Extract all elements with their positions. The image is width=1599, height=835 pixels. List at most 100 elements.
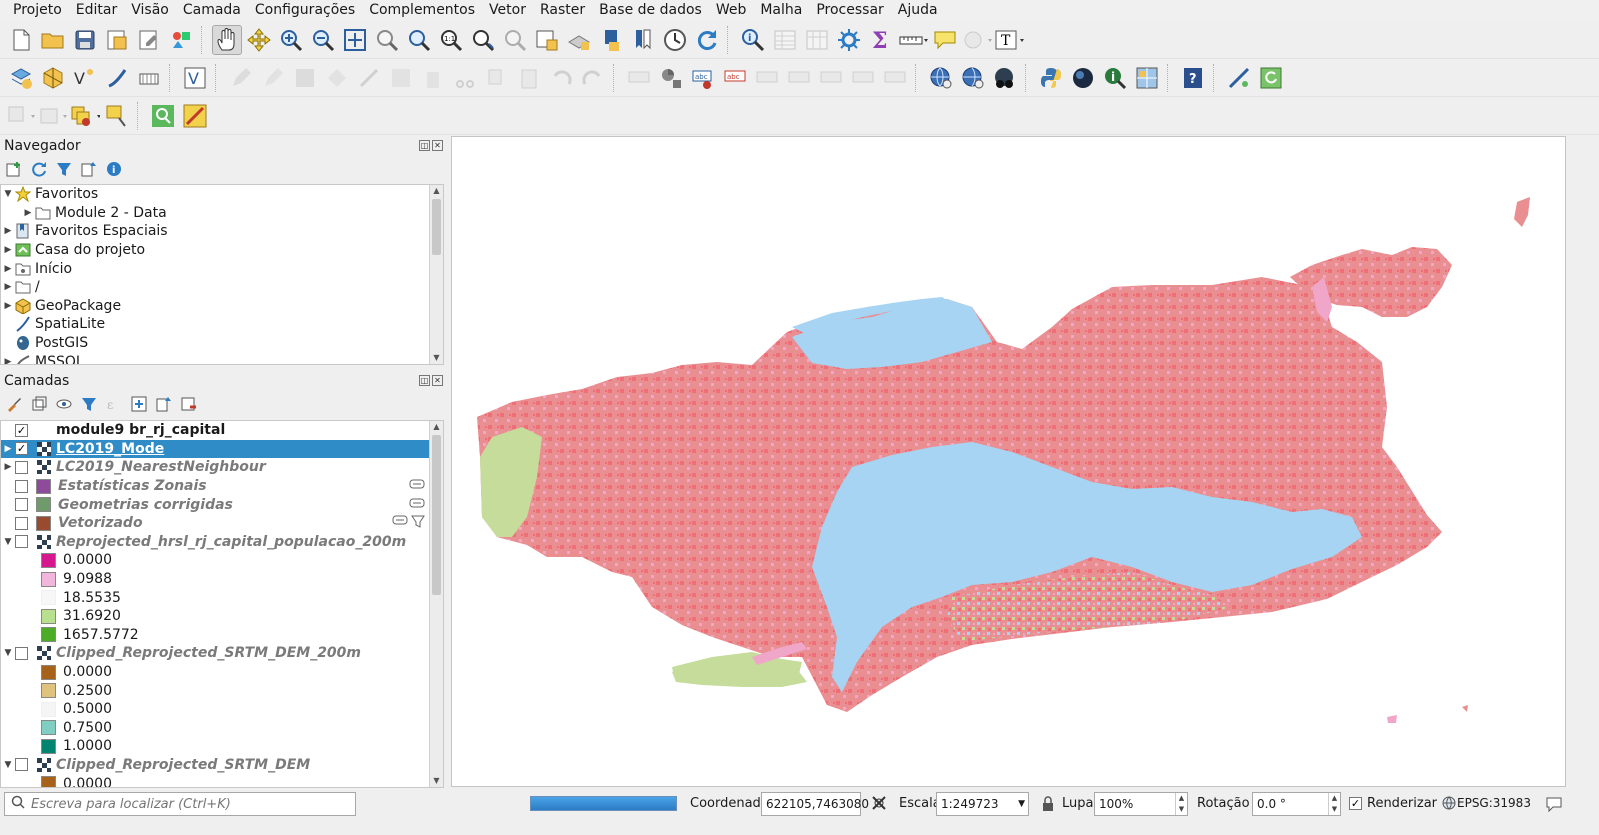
zoom-full-icon[interactable] (340, 25, 370, 55)
layer-visibility-checkbox[interactable]: ✓ (15, 423, 28, 437)
collapse-all-icon[interactable] (79, 159, 99, 179)
plugin-reloader-icon[interactable] (1256, 63, 1286, 93)
filter-browser-icon[interactable] (54, 159, 74, 179)
layer-item-lc2019-mode[interactable]: ▶ ✓ LC2019_Mode (1, 439, 443, 459)
layer-item-geometrias[interactable]: Geometrias corrigidas (1, 495, 443, 514)
coordinate-field[interactable]: 622105,7463080 (761, 792, 869, 816)
layers-scroll-thumb[interactable] (432, 435, 441, 595)
menu-raster[interactable]: Raster (533, 0, 592, 21)
embedded-layer-icon[interactable] (392, 514, 408, 532)
map-canvas[interactable] (451, 136, 1566, 787)
scroll-up-icon[interactable]: ▲ (430, 421, 443, 433)
zoom-last-icon[interactable] (468, 25, 498, 55)
layer-visibility-checkbox[interactable] (15, 516, 28, 530)
layer-visibility-checkbox[interactable] (15, 646, 28, 660)
data-source-manager-icon[interactable] (6, 63, 36, 93)
browser-item-favoritos-espaciais[interactable]: ▶ Favoritos Espaciais (1, 222, 443, 241)
temporal-controller-icon[interactable] (660, 25, 690, 55)
layer-visibility-checkbox[interactable] (15, 479, 28, 493)
browser-item-root[interactable]: ▶ / (1, 278, 443, 297)
new-3d-view-icon[interactable] (564, 25, 594, 55)
open-attribute-table-icon[interactable] (770, 25, 800, 55)
spin-arrows-icon[interactable]: ▲ ▼ (1175, 793, 1187, 815)
show-hide-labels-icon[interactable] (752, 63, 782, 93)
python-console-icon[interactable] (1036, 63, 1066, 93)
print-layout-icon[interactable] (134, 25, 164, 55)
toggle-editing-icon[interactable] (258, 63, 288, 93)
new-spatialite-icon[interactable] (102, 63, 132, 93)
browser-item-spatialite[interactable]: SpatiaLite (1, 315, 443, 334)
new-temporary-scratch-layer-icon[interactable]: V (180, 63, 210, 93)
layer-item-module9[interactable]: ✓ module9 br_rj_capital (1, 421, 443, 440)
rotation-spinbox[interactable]: 0.0 ° ▲ ▼ (1252, 792, 1341, 816)
save-as-icon[interactable] (102, 25, 132, 55)
expand-arrow-icon[interactable]: ▶ (1, 301, 15, 311)
add-selected-layers-icon[interactable] (4, 159, 24, 179)
browser-scrollbar[interactable]: ▲ ▼ (429, 185, 443, 364)
add-wms-layer-icon[interactable] (926, 63, 956, 93)
move-label-icon[interactable] (784, 63, 814, 93)
pan-to-selection-icon[interactable] (244, 25, 274, 55)
help-contents-icon[interactable]: ? (1178, 63, 1208, 93)
browser-item-casa-projeto[interactable]: ▶ Casa do projeto (1, 241, 443, 260)
collapse-arrow-icon[interactable]: ▼ (1, 189, 15, 199)
manage-map-themes-icon[interactable] (54, 394, 74, 414)
georeferencer-icon[interactable] (1132, 63, 1162, 93)
new-project-icon[interactable] (6, 25, 36, 55)
search-processing-icon[interactable] (148, 101, 178, 131)
gps-tools-icon[interactable] (1224, 63, 1254, 93)
layer-item-lc2019-nearest[interactable]: ▶ LC2019_NearestNeighbour (1, 458, 443, 477)
new-geopackage-icon[interactable] (38, 63, 68, 93)
expand-arrow-icon[interactable]: ▶ (1, 444, 15, 454)
map-tips-icon[interactable] (930, 25, 960, 55)
layer-filter-icon[interactable] (411, 514, 425, 532)
pan-hand-icon[interactable] (212, 24, 242, 55)
deselect-features-icon[interactable] (70, 101, 100, 131)
close-panel-icon[interactable]: ✕ (432, 140, 443, 151)
refresh-browser-icon[interactable] (29, 159, 49, 179)
layer-visibility-checkbox[interactable] (15, 535, 28, 549)
messages-icon[interactable] (1545, 795, 1563, 817)
statistical-summary-icon[interactable]: Σ (866, 25, 896, 55)
undo-icon[interactable] (546, 63, 576, 93)
add-wfs-layer-icon[interactable] (958, 63, 988, 93)
expand-arrow-icon[interactable]: ▶ (1, 462, 15, 472)
measure-line-icon[interactable] (898, 25, 928, 55)
browser-item-favoritos[interactable]: ▼ Favoritos (1, 185, 443, 204)
layer-styling-icon[interactable] (4, 394, 24, 414)
filter-by-expression-icon[interactable]: ε (104, 394, 124, 414)
identify-features-icon[interactable]: i (738, 25, 768, 55)
expand-arrow-icon[interactable]: ▶ (21, 208, 35, 218)
collapse-arrow-icon[interactable]: ▼ (1, 760, 15, 770)
decorations-icon[interactable] (962, 25, 992, 55)
browser-item-geopackage[interactable]: ▶ GeoPackage (1, 297, 443, 316)
spin-arrows-icon[interactable]: ▲ ▼ (1328, 793, 1340, 815)
plugin-builder-icon[interactable] (180, 101, 210, 131)
change-label-icon[interactable] (848, 63, 878, 93)
collapse-all-layers-icon[interactable] (154, 394, 174, 414)
remove-layer-icon[interactable] (179, 394, 199, 414)
filter-legend-icon[interactable] (79, 394, 99, 414)
expand-arrow-icon[interactable]: ▶ (1, 357, 15, 364)
show-bookmarks-icon[interactable] (628, 25, 658, 55)
add-group-icon[interactable] (29, 394, 49, 414)
expand-all-icon[interactable] (129, 394, 149, 414)
field-statistics-icon[interactable] (802, 25, 832, 55)
zoom-native-icon[interactable]: 1:1 (436, 25, 466, 55)
qgis-info-icon[interactable]: i (1100, 63, 1130, 93)
menu-ajuda[interactable]: Ajuda (891, 0, 945, 21)
expand-arrow-icon[interactable]: ▶ (1, 226, 15, 236)
copy-features-icon[interactable] (482, 63, 512, 93)
chevron-down-icon[interactable]: ▼ (1018, 793, 1025, 815)
crs-globe-icon[interactable] (1442, 796, 1456, 814)
menu-complementos[interactable]: Complementos (362, 0, 482, 21)
menu-vetor[interactable]: Vetor (482, 0, 533, 21)
refresh-icon[interactable] (692, 25, 722, 55)
zoom-in-icon[interactable] (276, 25, 306, 55)
select-features-icon[interactable] (6, 101, 36, 131)
cut-features-icon[interactable] (450, 63, 480, 93)
layer-visibility-checkbox[interactable]: ✓ (15, 442, 28, 456)
layer-item-srtm[interactable]: ▼ Clipped_Reprojected_SRTM_DEM (1, 756, 443, 775)
close-panel-icon[interactable]: ✕ (432, 375, 443, 386)
browser-item-mssql[interactable]: ▶ MSSQL (1, 352, 443, 364)
